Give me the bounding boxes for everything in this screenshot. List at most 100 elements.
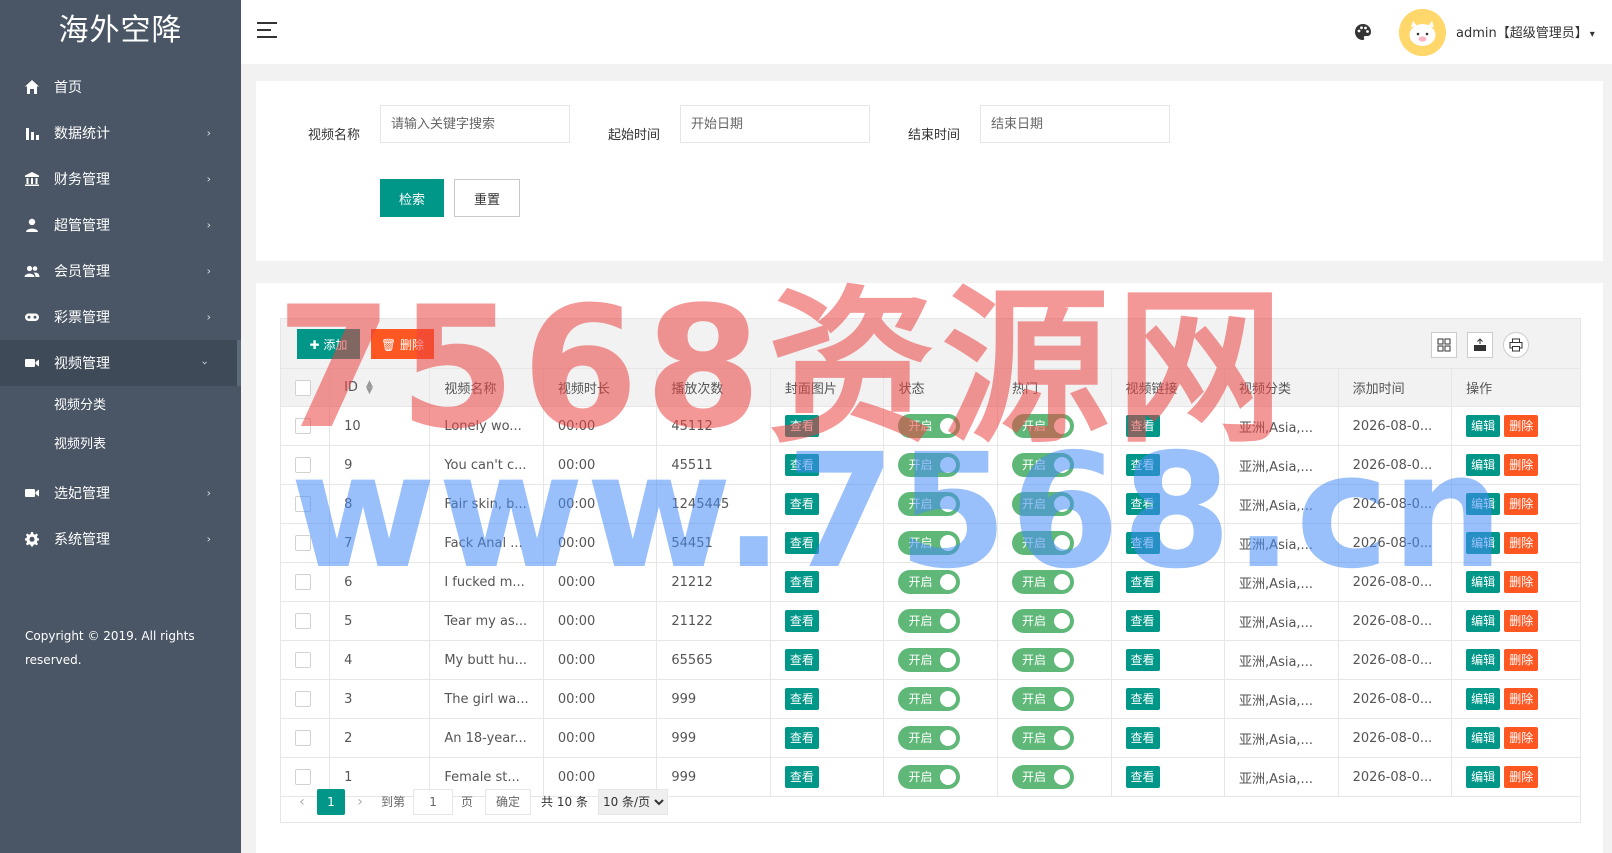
hot-toggle[interactable]: 开启 [1011, 687, 1074, 711]
next-page-icon[interactable]: › [345, 794, 375, 810]
sidebar-item-finance[interactable]: 财务管理 › [0, 156, 241, 202]
edit-button[interactable]: 编辑 [1466, 727, 1501, 749]
add-button[interactable]: ✚ 添加 [297, 329, 360, 359]
goto-page-input[interactable] [413, 788, 454, 815]
delete-button[interactable]: 删除 [1504, 688, 1539, 710]
view-link-button[interactable]: 查看 [1125, 688, 1160, 710]
edit-button[interactable]: 编辑 [1466, 571, 1501, 593]
sidebar-item-lottery[interactable]: 彩票管理 › [0, 294, 241, 340]
view-cover-button[interactable]: 查看 [784, 727, 819, 749]
view-cover-button[interactable]: 查看 [784, 649, 819, 671]
delete-button[interactable]: 删除 [1504, 493, 1539, 515]
status-toggle[interactable]: 开启 [898, 570, 961, 594]
view-link-button[interactable]: 查看 [1125, 532, 1160, 554]
delete-button[interactable]: 删除 [1504, 532, 1539, 554]
start-date-input[interactable] [680, 105, 870, 143]
row-checkbox[interactable] [295, 691, 311, 707]
hot-toggle[interactable]: 开启 [1011, 531, 1074, 555]
hot-toggle[interactable]: 开启 [1011, 453, 1074, 477]
hot-toggle[interactable]: 开启 [1011, 492, 1074, 516]
columns-icon[interactable] [1431, 332, 1457, 358]
sidebar-item-statistics[interactable]: 数据统计 › [0, 110, 241, 156]
submenu-item-video-list[interactable]: 视频列表 [0, 425, 241, 464]
sidebar-item-home[interactable]: 首页 [0, 64, 241, 110]
menu-toggle-icon[interactable] [257, 22, 277, 40]
view-link-button[interactable]: 查看 [1125, 727, 1160, 749]
palette-icon[interactable] [1353, 22, 1373, 42]
cell-hot: 开启 [996, 484, 1112, 524]
row-checkbox[interactable] [295, 730, 311, 746]
edit-button[interactable]: 编辑 [1466, 493, 1501, 515]
status-toggle[interactable]: 开启 [898, 414, 961, 438]
view-cover-button[interactable]: 查看 [784, 415, 819, 437]
row-checkbox[interactable] [295, 535, 311, 551]
column-header-id[interactable]: ID ▲ ▼ [329, 368, 431, 407]
select-all-checkbox[interactable] [295, 379, 311, 396]
sidebar-item-super-admin[interactable]: 超管管理 › [0, 202, 241, 248]
row-checkbox[interactable] [295, 457, 311, 473]
sidebar-item-members[interactable]: 会员管理 › [0, 248, 241, 294]
delete-button[interactable]: 删除 [1504, 415, 1539, 437]
edit-button[interactable]: 编辑 [1466, 415, 1501, 437]
status-toggle[interactable]: 开启 [898, 492, 961, 516]
edit-button[interactable]: 编辑 [1466, 688, 1501, 710]
sidebar-item-system[interactable]: 系统管理 › [0, 516, 241, 562]
view-cover-button[interactable]: 查看 [784, 571, 819, 593]
delete-button[interactable]: 删除 [1504, 727, 1539, 749]
status-toggle[interactable]: 开启 [898, 726, 961, 750]
goto-confirm-button[interactable]: 确定 [485, 788, 532, 815]
status-toggle[interactable]: 开启 [898, 687, 961, 711]
page-size-select[interactable]: 10 条/页 [597, 788, 668, 815]
delete-button[interactable]: 删除 [1504, 454, 1539, 476]
hot-toggle[interactable]: 开启 [1011, 609, 1074, 633]
row-checkbox[interactable] [295, 613, 311, 629]
row-checkbox[interactable] [295, 418, 311, 434]
view-cover-button[interactable]: 查看 [784, 454, 819, 476]
view-link-button[interactable]: 查看 [1125, 493, 1160, 515]
sidebar-item-video[interactable]: 视频管理 › [0, 340, 241, 386]
row-checkbox[interactable] [295, 574, 311, 590]
end-date-input[interactable] [980, 105, 1170, 143]
hot-toggle[interactable]: 开启 [1011, 648, 1074, 672]
hot-toggle[interactable]: 开启 [1011, 570, 1074, 594]
status-toggle[interactable]: 开启 [898, 531, 961, 555]
view-link-button[interactable]: 查看 [1125, 415, 1160, 437]
delete-button[interactable]: 删除 [1504, 571, 1539, 593]
prev-page-icon[interactable]: ‹ [287, 794, 317, 810]
avatar[interactable] [1399, 9, 1446, 56]
hot-toggle[interactable]: 开启 [1011, 726, 1074, 750]
sidebar-item-concubine[interactable]: 选妃管理 › [0, 470, 241, 516]
view-link-button[interactable]: 查看 [1125, 610, 1160, 632]
delete-button[interactable]: 删除 [1504, 649, 1539, 671]
view-cover-button[interactable]: 查看 [784, 493, 819, 515]
current-page[interactable]: 1 [317, 788, 345, 815]
view-link-button[interactable]: 查看 [1125, 649, 1160, 671]
delete-button[interactable]: 删除 [1504, 610, 1539, 632]
batch-delete-button[interactable]: 🗑 删除 [371, 329, 434, 359]
view-cover-button[interactable]: 查看 [784, 532, 819, 554]
status-toggle[interactable]: 开启 [898, 609, 961, 633]
edit-button[interactable]: 编辑 [1466, 454, 1501, 476]
view-link-button[interactable]: 查看 [1125, 571, 1160, 593]
submenu-item-video-category[interactable]: 视频分类 [0, 386, 241, 425]
video-name-input[interactable] [380, 105, 570, 143]
status-toggle[interactable]: 开启 [898, 453, 961, 477]
row-checkbox[interactable] [295, 652, 311, 668]
export-icon[interactable] [1467, 332, 1493, 358]
user-menu[interactable]: admin【超级管理员】 ▾ [1456, 22, 1595, 41]
view-link-button[interactable]: 查看 [1125, 454, 1160, 476]
edit-button[interactable]: 编辑 [1466, 610, 1501, 632]
status-toggle[interactable]: 开启 [898, 648, 961, 672]
sort-icon[interactable]: ▲ ▼ [366, 379, 373, 395]
edit-button[interactable]: 编辑 [1466, 532, 1501, 554]
toggle-knob [1053, 652, 1070, 668]
reset-button[interactable]: 重置 [454, 179, 520, 217]
view-cover-button[interactable]: 查看 [784, 688, 819, 710]
search-button[interactable]: 检索 [380, 179, 444, 217]
cell-id: 10 [329, 406, 431, 446]
hot-toggle[interactable]: 开启 [1011, 414, 1074, 438]
edit-button[interactable]: 编辑 [1466, 649, 1501, 671]
view-cover-button[interactable]: 查看 [784, 610, 819, 632]
row-checkbox[interactable] [295, 496, 311, 512]
print-icon[interactable] [1503, 332, 1529, 358]
